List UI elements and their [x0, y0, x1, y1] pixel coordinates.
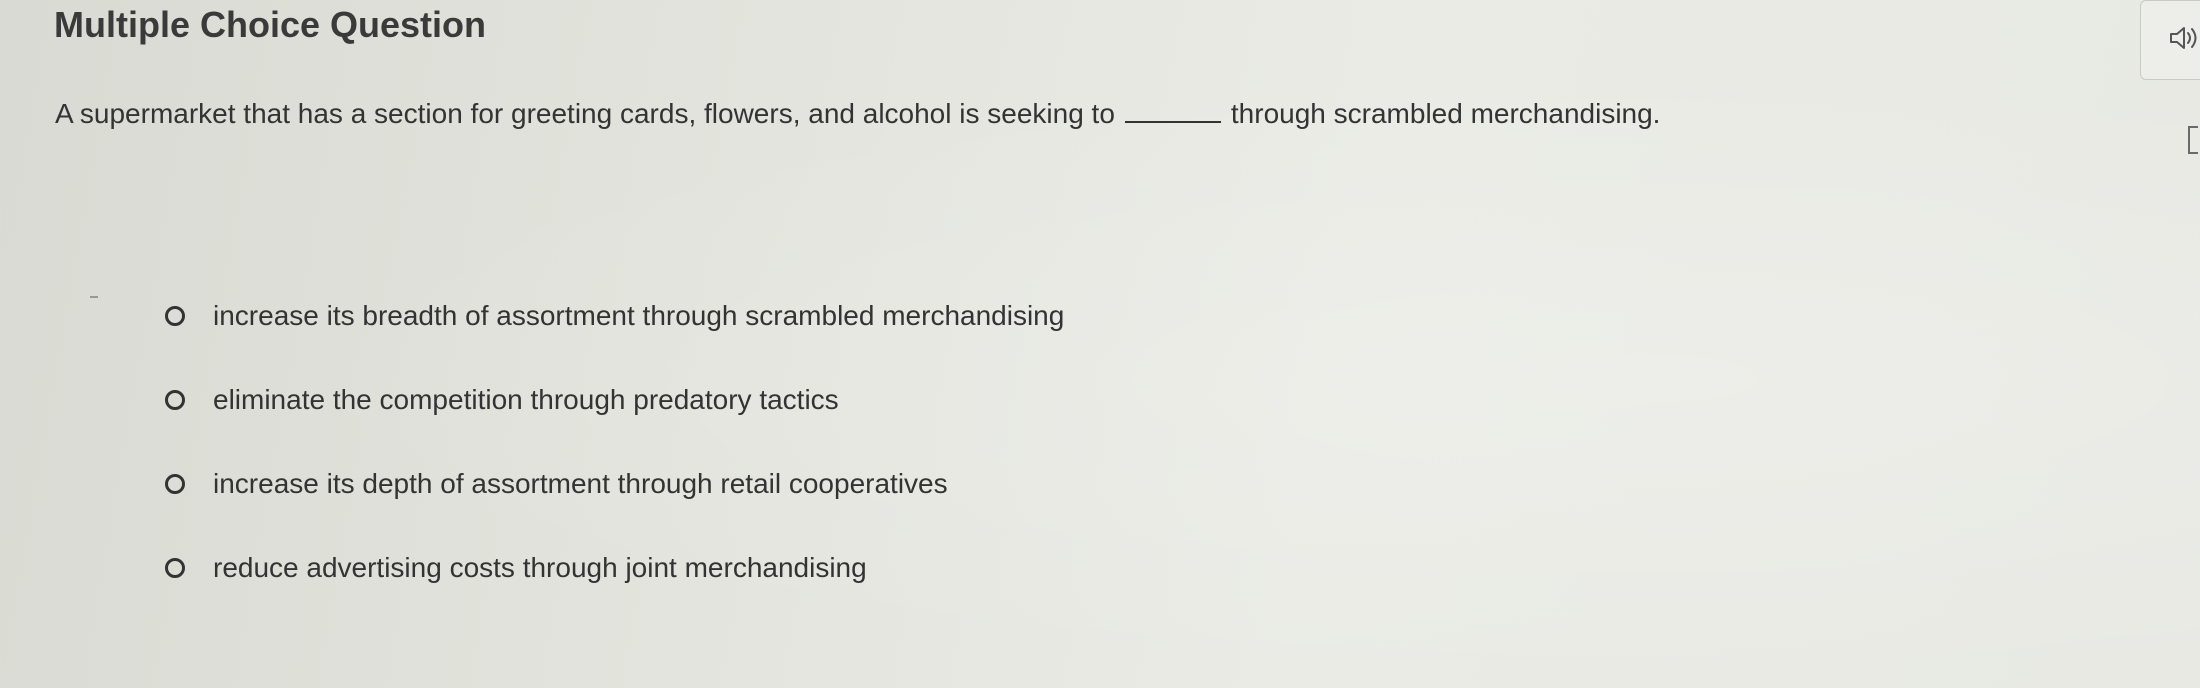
radio-button[interactable]: [165, 390, 185, 410]
answer-option-label: reduce advertising costs through joint m…: [213, 552, 867, 583]
panel-edge-bracket: [2188, 126, 2198, 154]
page-title: Multiple Choice Question: [54, 4, 487, 45]
speaker-icon: [2170, 27, 2197, 49]
answer-option-1[interactable]: increase its breadth of assortment throu…: [165, 296, 1064, 336]
radio-button[interactable]: [165, 474, 185, 494]
radio-button[interactable]: [165, 558, 185, 578]
answer-option-4[interactable]: reduce advertising costs through joint m…: [165, 548, 1064, 588]
radio-button[interactable]: [165, 306, 185, 326]
question-prompt: A supermarket that has a section for gre…: [55, 96, 1660, 132]
question-text-after: through scrambled merchandising.: [1230, 98, 1661, 129]
answer-options: increase its breadth of assortment throu…: [165, 296, 1064, 632]
read-aloud-button[interactable]: [2140, 0, 2200, 80]
stray-mark: [90, 296, 98, 298]
answer-option-3[interactable]: increase its depth of assortment through…: [165, 464, 1064, 504]
answer-option-label: eliminate the competition through predat…: [213, 384, 839, 415]
answer-option-label: increase its breadth of assortment throu…: [213, 300, 1065, 331]
question-text-before: A supermarket that has a section for gre…: [55, 98, 1115, 129]
fill-in-blank: [1124, 101, 1221, 123]
answer-option-label: increase its depth of assortment through…: [213, 468, 948, 499]
answer-option-2[interactable]: eliminate the competition through predat…: [165, 380, 1064, 420]
